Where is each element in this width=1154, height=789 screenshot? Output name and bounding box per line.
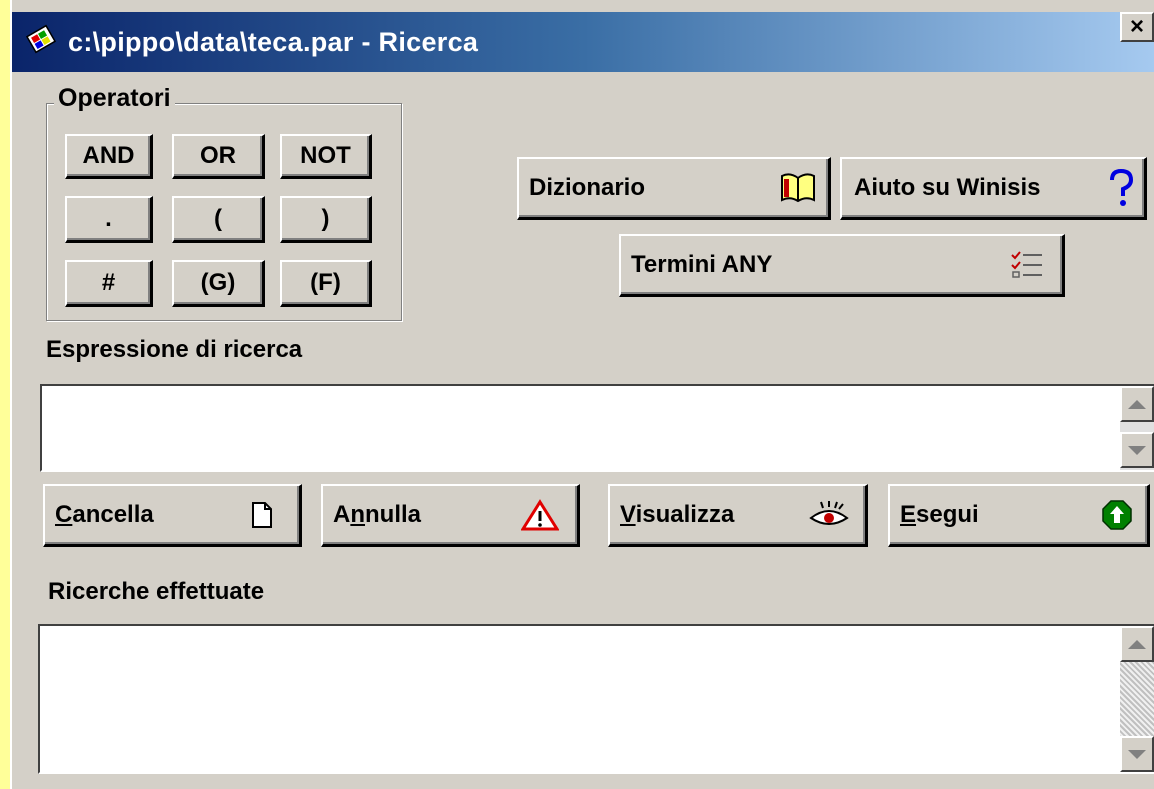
operator-not-label: NOT: [300, 142, 351, 169]
visualizza-label: Visualizza: [620, 501, 735, 528]
question-mark-icon: [1106, 168, 1136, 208]
operator-f-label: (F): [310, 269, 341, 296]
history-list[interactable]: [38, 624, 1154, 774]
dizionario-label: Dizionario: [529, 174, 646, 201]
book-icon: [778, 172, 818, 204]
scroll-down-button[interactable]: [1120, 432, 1154, 468]
operator-open-paren-label: (: [214, 205, 222, 232]
operator-hash-label: #: [101, 269, 116, 296]
new-page-icon: [251, 501, 273, 529]
aiuto-button[interactable]: Aiuto su Winisis: [840, 157, 1147, 220]
history-scrollbar[interactable]: [1120, 626, 1154, 772]
checklist-icon: [1010, 249, 1044, 281]
operator-and-label: AND: [82, 142, 135, 169]
chevron-up-icon: [1128, 399, 1146, 409]
operator-g-label: (G): [200, 269, 236, 296]
operator-or-button[interactable]: OR: [172, 134, 265, 179]
esegui-label: Esegui: [900, 501, 979, 528]
search-dialog-window: c:\pippo\data\teca.par - Ricerca × Opera…: [10, 0, 1154, 789]
history-scroll-up-button[interactable]: [1120, 626, 1154, 662]
winisis-app-icon: [25, 24, 60, 61]
history-scroll-down-button[interactable]: [1120, 736, 1154, 772]
operator-dot-button[interactable]: .: [65, 196, 153, 243]
annulla-button[interactable]: Annulla: [321, 484, 580, 547]
chevron-down-icon: [1128, 749, 1146, 759]
operator-g-button[interactable]: (G): [172, 260, 265, 307]
termini-any-label: Termini ANY: [631, 251, 773, 278]
window-title: c:\pippo\data\teca.par - Ricerca: [68, 26, 479, 57]
close-icon: ×: [1129, 13, 1144, 40]
annulla-label: Annulla: [333, 501, 422, 528]
operator-close-paren-button[interactable]: ): [280, 196, 372, 243]
search-expression-scrollbar[interactable]: [1120, 386, 1154, 470]
operators-group-label: Operatori: [54, 84, 175, 113]
visualizza-button[interactable]: Visualizza: [608, 484, 868, 547]
scroll-up-button[interactable]: [1120, 386, 1154, 422]
title-bar[interactable]: c:\pippo\data\teca.par - Ricerca: [12, 12, 1154, 72]
search-expression-label: Espressione di ricerca: [46, 336, 303, 363]
go-up-arrow-icon: [1101, 499, 1133, 531]
termini-any-button[interactable]: Termini ANY: [619, 234, 1065, 297]
cancella-button[interactable]: Cancella: [43, 484, 302, 547]
close-button[interactable]: ×: [1120, 12, 1154, 42]
eye-icon: [807, 500, 851, 530]
operator-open-paren-button[interactable]: (: [172, 196, 265, 243]
esegui-button[interactable]: Esegui: [888, 484, 1150, 547]
operator-f-button[interactable]: (F): [280, 260, 372, 307]
search-expression-input[interactable]: [40, 384, 1154, 472]
history-label: Ricerche effettuate: [48, 578, 265, 605]
chevron-up-icon: [1128, 639, 1146, 649]
dizionario-button[interactable]: Dizionario: [517, 157, 831, 220]
operator-dot-label: .: [105, 205, 112, 232]
warning-icon: [521, 499, 559, 531]
aiuto-label: Aiuto su Winisis: [854, 174, 1041, 201]
operator-not-button[interactable]: NOT: [280, 134, 372, 179]
operator-or-label: OR: [200, 142, 236, 169]
operator-and-button[interactable]: AND: [65, 134, 153, 179]
operator-hash-button[interactable]: #: [65, 260, 153, 307]
operator-close-paren-label: ): [321, 205, 330, 232]
chevron-down-icon: [1128, 445, 1146, 455]
cancella-label: Cancella: [55, 501, 154, 528]
